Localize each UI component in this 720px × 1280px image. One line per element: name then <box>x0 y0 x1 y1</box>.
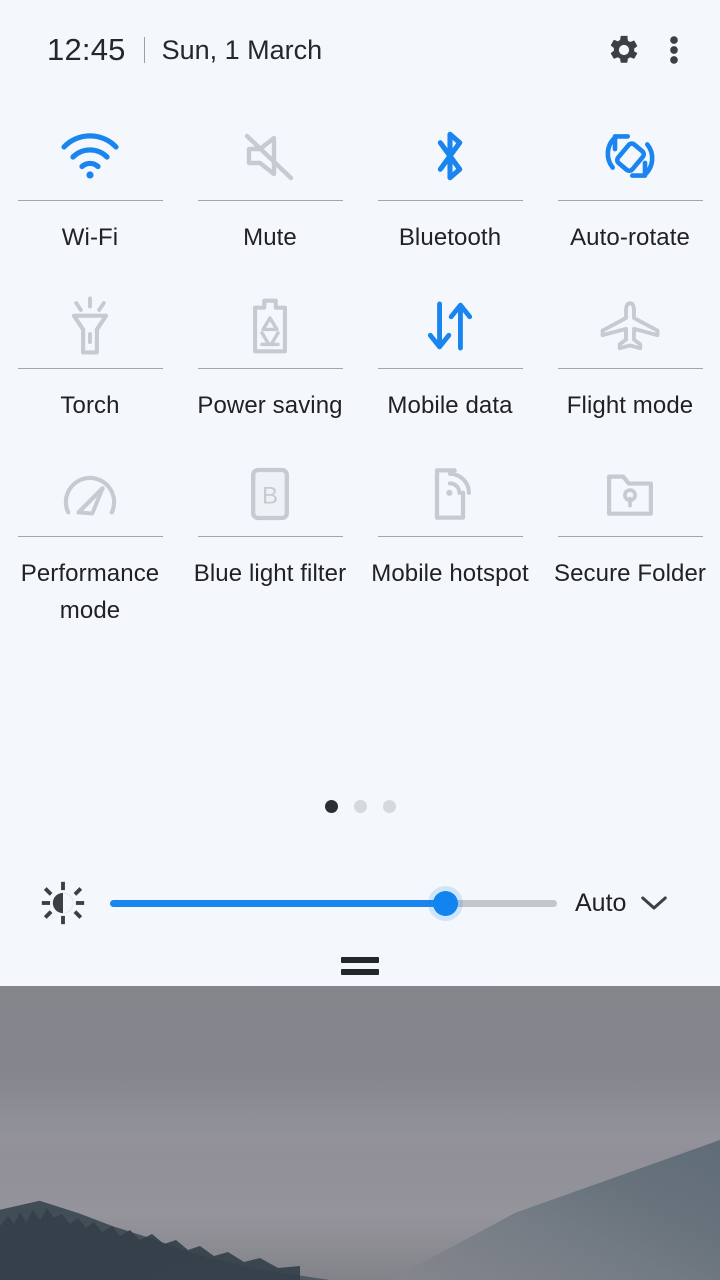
tile-divider <box>377 368 523 369</box>
page-dot-3[interactable] <box>382 800 396 813</box>
tile-secure-folder[interactable]: Secure Folder <box>540 452 720 629</box>
status-header: 12:45 Sun, 1 March <box>0 0 720 100</box>
brightness-icon-slot <box>40 881 86 925</box>
tile-label: Blue light filter <box>193 560 347 587</box>
settings-button[interactable] <box>607 33 641 67</box>
chevron-down-icon <box>641 896 668 910</box>
tile-label: Performance mode <box>20 560 160 624</box>
tile-performance-mode[interactable]: Performance mode <box>0 452 180 629</box>
tile-row: Performance mode B Blue light filter Mob… <box>0 424 720 629</box>
brightness-icon <box>41 881 85 925</box>
auto-brightness-toggle[interactable]: Auto <box>575 889 669 918</box>
date-label: Sun, 1 March <box>161 34 323 65</box>
tile-divider <box>17 368 163 369</box>
tile-mute[interactable]: Mute <box>180 112 360 256</box>
tile-label: Power saving <box>197 392 343 419</box>
tile-divider <box>197 368 343 369</box>
battery-saver-icon <box>253 298 287 354</box>
tile-label: Wi-Fi <box>61 224 119 251</box>
tile-label: Secure Folder <box>553 560 707 587</box>
tile-icon-slot <box>422 284 478 368</box>
auto-rotate-icon <box>605 134 655 178</box>
tile-icon-slot <box>428 112 472 200</box>
tile-blue-light-filter[interactable]: B Blue light filter <box>180 452 360 629</box>
tile-label: Torch <box>60 392 120 419</box>
three-dot-menu-icon <box>670 36 678 64</box>
drag-handle-bar <box>341 957 379 963</box>
tile-icon-slot <box>424 452 476 536</box>
tile-icon-slot <box>239 112 301 200</box>
tile-torch[interactable]: Torch <box>0 284 180 424</box>
page-indicator <box>0 800 720 813</box>
tile-icon-slot <box>64 284 116 368</box>
gear-icon <box>610 35 638 63</box>
auto-brightness-label: Auto <box>575 888 627 917</box>
speedometer-icon <box>63 475 117 516</box>
volume-mute-icon <box>244 133 294 181</box>
clock: 12:45 <box>47 32 126 67</box>
tile-divider <box>557 536 703 537</box>
tile-divider <box>377 200 523 201</box>
tile-label: Bluetooth <box>398 224 502 251</box>
page-dot-2[interactable] <box>353 800 367 813</box>
wallpaper-treeline <box>0 1208 300 1280</box>
tile-divider <box>197 200 343 201</box>
tile-divider <box>17 200 163 201</box>
tile-label: Mute <box>243 224 297 251</box>
tile-mobile-hotspot[interactable]: Mobile hotspot <box>360 452 540 629</box>
quick-settings-panel: 12:45 Sun, 1 March Wi-Fi Mute Bluetooth … <box>0 0 720 986</box>
tile-mobile-data[interactable]: Mobile data <box>360 284 540 424</box>
quick-settings-grid: Wi-Fi Mute Bluetooth Auto-rotate Torch P… <box>0 112 720 629</box>
mobile-hotspot-icon <box>434 468 471 520</box>
wifi-icon <box>61 133 119 179</box>
slider-fill <box>110 900 446 907</box>
tile-row: Wi-Fi Mute Bluetooth Auto-rotate <box>0 112 720 256</box>
tile-divider <box>557 200 703 201</box>
tile-row: Torch Power saving Mobile data Flight mo… <box>0 256 720 424</box>
svg-text:B: B <box>262 483 278 510</box>
mobile-data-icon <box>427 301 473 351</box>
tile-icon-slot <box>598 284 662 368</box>
header-actions <box>607 33 679 67</box>
tile-icon-slot <box>58 112 122 200</box>
tile-icon-slot <box>600 112 660 200</box>
drag-handle-bar <box>341 969 379 975</box>
tile-divider <box>197 536 343 537</box>
tile-icon-slot <box>601 452 659 536</box>
header-separator <box>143 37 145 63</box>
bluetooth-icon <box>437 131 463 181</box>
tile-power-saving[interactable]: Power saving <box>180 284 360 424</box>
page-dot-1[interactable] <box>324 800 338 813</box>
tile-divider <box>557 368 703 369</box>
flashlight-icon <box>71 296 109 355</box>
tile-divider <box>377 536 523 537</box>
blue-light-icon: B <box>251 467 289 521</box>
tile-bluetooth[interactable]: Bluetooth <box>360 112 540 256</box>
tile-flight-mode[interactable]: Flight mode <box>540 284 720 424</box>
tile-divider <box>17 536 163 537</box>
tile-auto-rotate[interactable]: Auto-rotate <box>540 112 720 256</box>
airplane-icon <box>600 301 660 351</box>
brightness-row: Auto <box>0 876 720 930</box>
brightness-slider[interactable] <box>110 891 557 916</box>
tile-icon-slot <box>245 284 295 368</box>
tile-icon-slot <box>59 452 121 536</box>
tile-label: Mobile data <box>387 392 513 419</box>
tile-label: Mobile hotspot <box>371 560 529 587</box>
panel-drag-handle[interactable] <box>0 957 720 975</box>
tile-icon-slot: B <box>246 452 294 536</box>
tile-label: Flight mode <box>566 392 694 419</box>
secure-folder-icon <box>607 474 653 516</box>
overflow-menu-button[interactable] <box>669 33 679 67</box>
slider-thumb[interactable] <box>432 891 458 916</box>
tile-label: Auto-rotate <box>570 224 690 251</box>
tile-wifi[interactable]: Wi-Fi <box>0 112 180 256</box>
